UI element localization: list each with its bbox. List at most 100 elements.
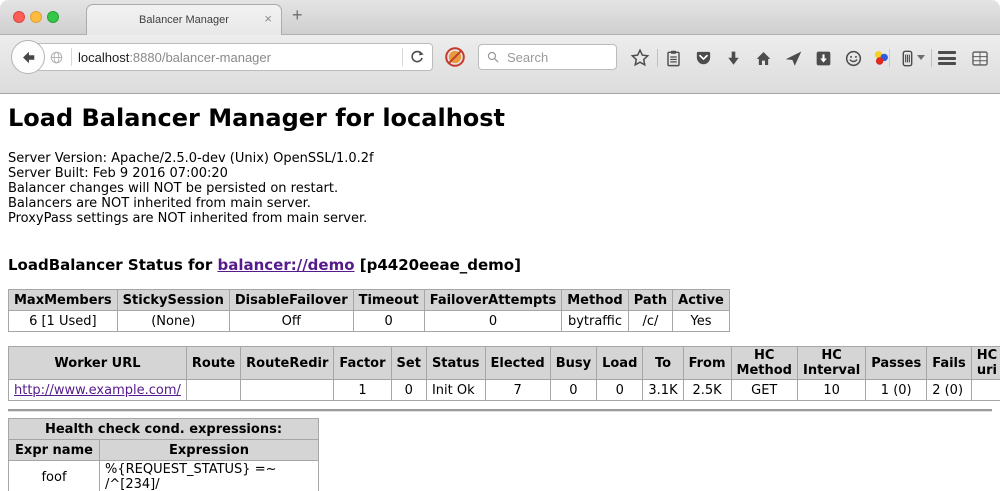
- browser-window: Balancer Manager × + localhost:8880/bala…: [0, 0, 1000, 491]
- title-bar: Balancer Manager × +: [0, 0, 1000, 35]
- cell-set: 0: [391, 380, 426, 401]
- col-hc-method: HC Method: [731, 347, 797, 380]
- search-bar[interactable]: [478, 44, 617, 70]
- reload-icon[interactable]: [409, 49, 425, 65]
- col-status: Status: [426, 347, 485, 380]
- reading-list-icon[interactable]: [663, 48, 683, 68]
- persist-notice-line: Balancer changes will NOT be persisted o…: [8, 181, 992, 196]
- col-method: Method: [562, 290, 628, 311]
- toolbar-separator: [931, 49, 932, 67]
- col-factor: Factor: [334, 347, 391, 380]
- cell-routeredir: [241, 380, 334, 401]
- worker-url-link[interactable]: http://www.example.com/: [14, 383, 181, 398]
- save-to-device-icon[interactable]: [813, 48, 833, 68]
- zoom-window-button[interactable]: [47, 11, 59, 23]
- cell-load: 0: [597, 380, 643, 401]
- toolbar-separator: [657, 49, 658, 67]
- url-separator: [71, 48, 72, 66]
- toolbar-separator: [889, 49, 890, 67]
- col-active: Active: [673, 290, 730, 311]
- col-disablefailover: DisableFailover: [229, 290, 353, 311]
- table-header-row: MaxMembers StickySession DisableFailover…: [9, 290, 730, 311]
- cell-elected: 7: [485, 380, 550, 401]
- navigation-toolbar: localhost:8880/balancer-manager: [0, 35, 1000, 94]
- server-version-line: Server Version: Apache/2.5.0-dev (Unix) …: [8, 151, 992, 166]
- page-content: Load Balancer Manager for localhost Serv…: [0, 104, 1000, 491]
- cell-to: 3.1K: [643, 380, 683, 401]
- table-header-row: Expr name Expression: [9, 440, 319, 461]
- colors-extension-icon[interactable]: [871, 48, 891, 68]
- worker-status-table: Worker URL Route RouteRedir Factor Set S…: [8, 346, 1000, 401]
- cell-factor: 1: [334, 380, 391, 401]
- col-passes: Passes: [866, 347, 927, 380]
- col-expr-name: Expr name: [9, 440, 100, 461]
- loadbalancer-status-heading: LoadBalancer Status for balancer://demo …: [8, 256, 992, 274]
- url-bar[interactable]: localhost:8880/balancer-manager: [27, 43, 433, 71]
- tab-balancer-manager[interactable]: Balancer Manager ×: [86, 4, 282, 35]
- chevron-down-icon[interactable]: [917, 55, 925, 60]
- col-worker-url: Worker URL: [9, 347, 187, 380]
- send-tab-icon[interactable]: [783, 48, 803, 68]
- col-load: Load: [597, 347, 643, 380]
- status-heading-prefix: LoadBalancer Status for: [8, 256, 217, 274]
- search-input[interactable]: [505, 49, 609, 66]
- col-fails: Fails: [927, 347, 972, 380]
- col-stickysession: StickySession: [117, 290, 229, 311]
- proxypass-notice-line: ProxyPass settings are NOT inherited fro…: [8, 211, 992, 226]
- separator-rule: [8, 409, 992, 411]
- col-routeredir: RouteRedir: [241, 347, 334, 380]
- inherit-notice-line: Balancers are NOT inherited from main se…: [8, 196, 992, 211]
- table-header-row: Worker URL Route RouteRedir Factor Set S…: [9, 347, 1000, 380]
- status-heading-suffix: [p4420eeae_demo]: [355, 256, 521, 274]
- pocket-icon[interactable]: [693, 48, 713, 68]
- cell-busy: 0: [550, 380, 596, 401]
- table-row: foof %{REQUEST_STATUS} =~ /^[234]/: [9, 461, 319, 491]
- tab-overview-icon[interactable]: [970, 48, 990, 68]
- col-maxmembers: MaxMembers: [9, 290, 118, 311]
- search-icon: [486, 50, 500, 64]
- feedback-smiley-icon[interactable]: [843, 48, 863, 68]
- server-built-line: Server Built: Feb 9 2016 07:00:20: [8, 166, 992, 181]
- cell-failoverattempts: 0: [424, 311, 562, 332]
- plugin-blocked-icon[interactable]: [441, 43, 469, 71]
- col-set: Set: [391, 347, 426, 380]
- balancer-settings-table: MaxMembers StickySession DisableFailover…: [8, 289, 730, 332]
- col-busy: Busy: [550, 347, 596, 380]
- cell-fails: 2 (0): [927, 380, 972, 401]
- downloads-icon[interactable]: [723, 48, 743, 68]
- new-tab-button[interactable]: +: [292, 5, 303, 26]
- bookmark-star-icon[interactable]: [630, 48, 650, 68]
- col-route: Route: [186, 347, 240, 380]
- cell-maxmembers: 6 [1 Used]: [9, 311, 118, 332]
- back-icon: [20, 49, 37, 66]
- close-icon[interactable]: ×: [264, 11, 272, 27]
- cell-expr-name: foof: [9, 461, 100, 491]
- cell-active: Yes: [673, 311, 730, 332]
- close-window-button[interactable]: [13, 11, 25, 23]
- col-path: Path: [628, 290, 672, 311]
- server-info: Server Version: Apache/2.5.0-dev (Unix) …: [8, 151, 992, 226]
- cell-disablefailover: Off: [229, 311, 353, 332]
- container-extension-icon[interactable]: [897, 48, 917, 68]
- home-icon[interactable]: [753, 48, 773, 68]
- cell-expression: %{REQUEST_STATUS} =~ /^[234]/: [100, 461, 319, 491]
- cell-passes: 1 (0): [866, 380, 927, 401]
- col-timeout: Timeout: [353, 290, 424, 311]
- cell-path: /c/: [628, 311, 672, 332]
- site-identity-globe-icon[interactable]: [49, 50, 64, 65]
- col-to: To: [643, 347, 683, 380]
- table-row: http://www.example.com/ 1 0 Init Ok 7 0 …: [9, 380, 1000, 401]
- back-button[interactable]: [11, 40, 45, 74]
- url-text[interactable]: localhost:8880/balancer-manager: [78, 50, 271, 65]
- balancer-demo-link[interactable]: balancer://demo: [217, 256, 354, 274]
- menu-icon[interactable]: [938, 51, 956, 65]
- cell-timeout: 0: [353, 311, 424, 332]
- url-separator: [402, 48, 403, 66]
- health-check-expressions-table: Health check cond. expressions: Expr nam…: [8, 418, 319, 491]
- cell-hc-method: GET: [731, 380, 797, 401]
- col-from: From: [683, 347, 731, 380]
- table-title-row: Health check cond. expressions:: [9, 419, 319, 440]
- cell-route: [186, 380, 240, 401]
- table-row: 6 [1 Used] (None) Off 0 0 bytraffic /c/ …: [9, 311, 730, 332]
- minimize-window-button[interactable]: [30, 11, 42, 23]
